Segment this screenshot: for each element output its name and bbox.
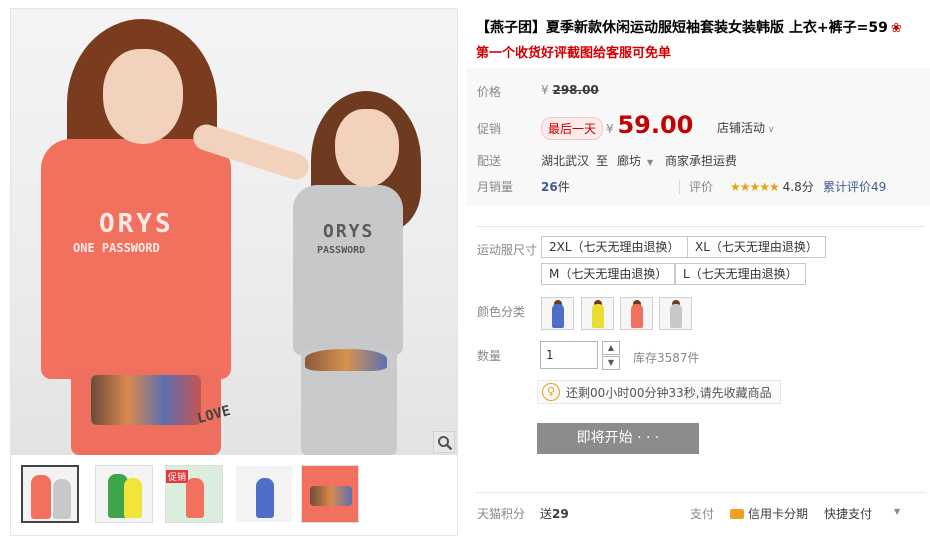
chevron-down-icon: ▼ [607, 358, 615, 367]
shirt-print-text: ORYS [99, 209, 174, 239]
promo-price: ¥ 59.00 [606, 111, 693, 139]
swatch-figure [592, 304, 604, 328]
currency-symbol: ¥ [606, 122, 614, 136]
model-2-top [293, 185, 403, 355]
chevron-up-icon: ▲ [607, 343, 615, 352]
monthly-sales-count: 26 [541, 180, 558, 194]
color-swatch-coral[interactable] [620, 297, 653, 330]
zoom-button[interactable] [433, 431, 455, 453]
size-option-m[interactable]: M（七天无理由退换） [541, 263, 676, 285]
model-2-pants-print [305, 349, 387, 371]
divider [679, 180, 680, 194]
monthly-sales-unit: 件 [557, 180, 570, 194]
points-value: 29 [552, 507, 569, 521]
product-info: 【燕子团】夏季新款休闲运动服短袖套装女装韩版 上衣+裤子=59 ❀ 第一个收货好评… [466, 0, 930, 538]
shirt-print-subtext: ONE PASSWORD [73, 241, 160, 255]
thumbnail-2[interactable] [95, 465, 153, 523]
color-label: 颜色分类 [477, 305, 526, 319]
model-1-pants-print [91, 375, 201, 425]
quantity-input[interactable]: 1 [540, 341, 598, 369]
coming-soon-button[interactable]: 即将开始 · · · [537, 423, 699, 454]
last-day-badge: 最后一天 [541, 117, 604, 140]
total-reviews-link[interactable]: 累计评价49 [823, 178, 886, 195]
thumb-figure [256, 478, 274, 518]
model-1-face [103, 49, 183, 144]
shop-activity-label: 店铺活动 [717, 121, 766, 135]
magnifier-icon [438, 436, 453, 451]
promo-label: 促销 [477, 122, 502, 136]
original-price: ¥ 298.00 [541, 83, 599, 97]
size-option-2xl[interactable]: 2XL（七天无理由退换） [541, 236, 688, 258]
model-2-face [335, 109, 399, 187]
divider [477, 226, 925, 227]
payment-label: 支付 [690, 507, 715, 521]
product-title-text: 【燕子团】夏季新款休闲运动服短袖套装女装韩版 上衣+裤子=59 [476, 20, 888, 36]
delivery-from: 湖北武汉 [541, 154, 590, 168]
thumbnail-3[interactable]: 促销 [165, 465, 223, 523]
product-gallery: ORYS ONE PASSWORD ORYS PASSWORD LOVE 促销 [10, 8, 458, 536]
product-subtitle: 第一个收货好评截图给客服可免单 [476, 46, 672, 61]
points-prefix: 送 [540, 507, 553, 521]
price-label: 价格 [477, 85, 502, 99]
product-title: 【燕子团】夏季新款休闲运动服短袖套装女装韩版 上衣+裤子=59 ❀ [476, 17, 926, 37]
size-label: 运动服尺寸 [477, 243, 538, 257]
shipping-fee: 商家承担运费 [665, 154, 738, 168]
countdown-tip-text: 还剩00小时00分钟33秒,请先收藏商品 [566, 385, 772, 400]
monthly-sales-label: 月销量 [477, 180, 514, 194]
main-product-image[interactable]: ORYS ONE PASSWORD ORYS PASSWORD LOVE [11, 9, 457, 455]
credit-card-installment[interactable]: 信用卡分期 [730, 505, 808, 522]
currency-symbol: ¥ [541, 83, 549, 97]
lightbulb-icon: ♀ [542, 383, 560, 401]
delivery-destination-select[interactable]: 廊坊 ▼ [617, 152, 653, 169]
rating-label: 评价 [689, 180, 714, 194]
delivery-destination: 廊坊 [617, 154, 642, 168]
model-1-top [41, 139, 231, 379]
thumbnail-4[interactable] [235, 465, 293, 523]
shirt-print-subtext-2: PASSWORD [317, 245, 366, 256]
quantity-increase-button[interactable]: ▲ [602, 341, 620, 355]
delivery-label: 配送 [477, 154, 502, 168]
star-rating-icon: ★★★★★ [730, 180, 780, 194]
tmall-points: 送29 [540, 505, 569, 522]
quantity-decrease-button[interactable]: ▼ [602, 356, 620, 370]
rating-score: 4.8分 [782, 180, 814, 194]
rating: ★★★★★ 4.8分 [730, 178, 814, 195]
swatch-figure [670, 304, 682, 328]
thumb-figure [186, 478, 204, 518]
thumb-figure [124, 478, 142, 518]
thumbnail-1[interactable] [21, 465, 79, 523]
size-option-xl[interactable]: XL（七天无理由退换） [687, 236, 826, 258]
thumb-figure [31, 475, 51, 519]
stock-count: 库存3587件 [633, 351, 700, 365]
caret-down-icon: ▼ [647, 158, 654, 167]
thumbnail-5[interactable] [301, 465, 359, 523]
delivery-to-word: 至 [596, 154, 609, 168]
shirt-print-text-2: ORYS [323, 221, 375, 242]
credit-card-label: 信用卡分期 [748, 507, 809, 521]
flower-icon: ❀ [890, 21, 902, 36]
color-swatch-blue[interactable] [541, 297, 574, 330]
caret-down-icon[interactable]: ▼ [894, 507, 900, 516]
credit-card-icon [730, 509, 744, 519]
color-swatch-yellow[interactable] [581, 297, 614, 330]
chevron-down-icon: ∨ [765, 125, 775, 135]
promo-price-value: 59.00 [617, 111, 694, 139]
swatch-figure [552, 304, 564, 328]
price-panel: 价格 ¥ 298.00 促销 最后一天 ¥ 59.00 店铺活动 ∨ 配送 湖北… [466, 68, 930, 206]
size-option-l[interactable]: L（七天无理由退换） [675, 263, 806, 285]
thumb-figure [53, 479, 71, 519]
color-swatch-gray[interactable] [659, 297, 692, 330]
quantity-label: 数量 [477, 349, 502, 363]
countdown-tip: ♀ 还剩00小时00分钟33秒,请先收藏商品 [537, 380, 781, 404]
tmall-points-label: 天猫积分 [477, 507, 526, 521]
original-price-value: 298.00 [552, 83, 599, 97]
thumbnail-strip: 促销 [19, 463, 459, 529]
monthly-sales: 26件 [541, 178, 570, 195]
thumb-detail [310, 486, 352, 506]
shop-activity-dropdown[interactable]: 店铺活动 ∨ [717, 119, 774, 136]
quick-pay[interactable]: 快捷支付 [824, 505, 872, 522]
swatch-figure [631, 304, 643, 328]
promo-tag: 促销 [166, 470, 189, 483]
divider [477, 492, 925, 493]
